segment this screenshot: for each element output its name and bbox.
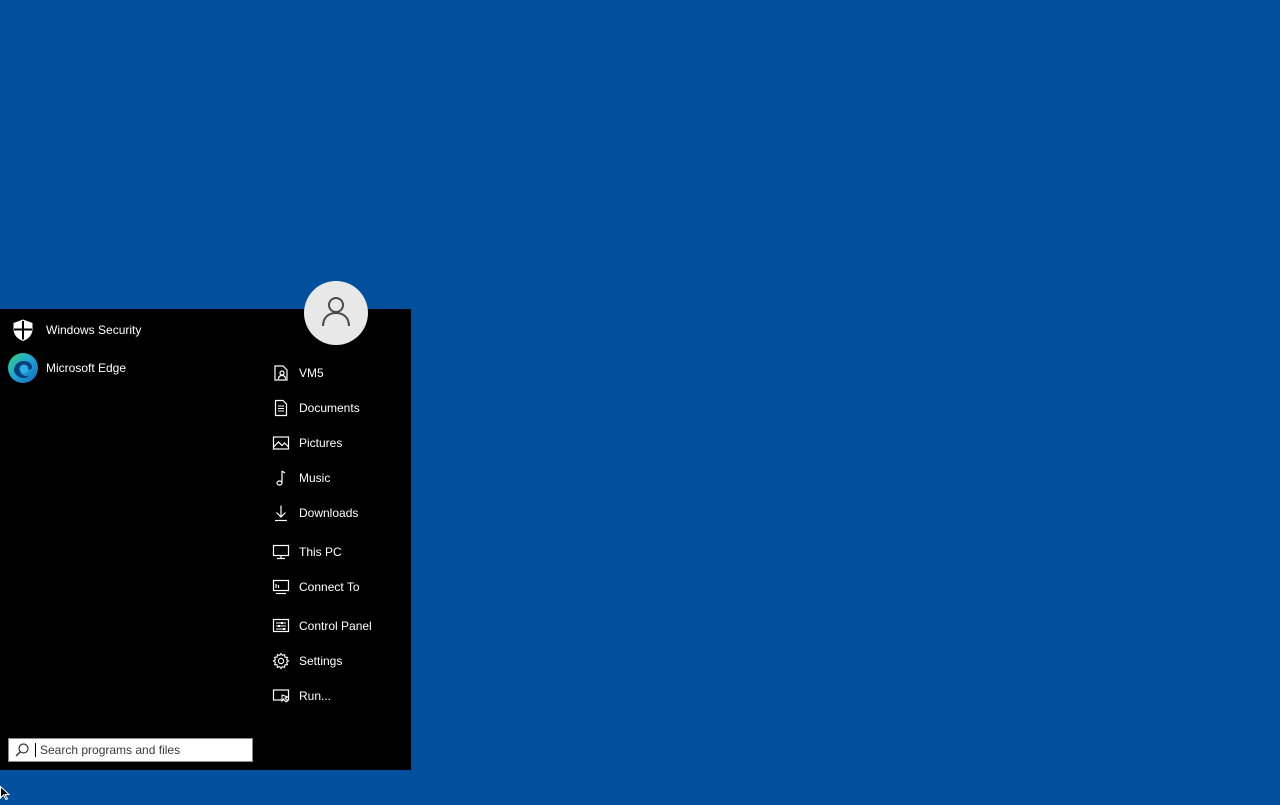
place-label: Pictures — [299, 436, 343, 450]
run-icon — [268, 683, 294, 709]
place-connect-to[interactable]: Connect To — [268, 573, 408, 601]
computer-icon — [268, 539, 294, 565]
shield-icon — [6, 313, 40, 347]
user-avatar[interactable] — [304, 281, 368, 345]
place-music[interactable]: Music — [268, 464, 408, 492]
pinned-microsoft-edge[interactable]: Microsoft Edge — [6, 351, 246, 385]
place-label: Downloads — [299, 506, 359, 520]
place-run[interactable]: Run... — [268, 682, 408, 710]
search-box[interactable] — [8, 738, 253, 762]
place-control-panel[interactable]: Control Panel — [268, 612, 408, 640]
place-label: Music — [299, 471, 331, 485]
gear-icon — [268, 648, 294, 674]
user-icon — [319, 294, 353, 333]
place-pictures[interactable]: Pictures — [268, 429, 408, 457]
place-label: Connect To — [299, 580, 360, 594]
place-this-pc[interactable]: This PC — [268, 538, 408, 566]
document-icon — [268, 395, 294, 421]
control-panel-icon — [268, 613, 294, 639]
pinned-label: Microsoft Edge — [46, 361, 127, 375]
place-documents[interactable]: Documents — [268, 394, 408, 422]
connect-icon — [268, 574, 294, 600]
place-label: This PC — [299, 545, 342, 559]
place-vm5[interactable]: VM5 — [268, 359, 408, 387]
picture-icon — [268, 430, 294, 456]
place-label: Settings — [299, 654, 343, 668]
start-menu: Windows Security Microsoft Edge VM5 Docu… — [0, 281, 411, 770]
pinned-label: Windows Security — [46, 323, 142, 337]
download-icon — [268, 500, 294, 526]
pinned-windows-security[interactable]: Windows Security — [6, 313, 246, 347]
place-label: Control Panel — [299, 619, 372, 633]
place-label: Run... — [299, 689, 332, 703]
place-label: Documents — [299, 401, 360, 415]
edge-icon — [6, 351, 40, 385]
place-settings[interactable]: Settings — [268, 647, 408, 675]
text-caret — [35, 743, 36, 757]
mouse-cursor — [0, 785, 11, 805]
search-input[interactable] — [40, 743, 240, 757]
place-label: VM5 — [299, 366, 324, 380]
place-downloads[interactable]: Downloads — [268, 499, 408, 527]
search-icon — [9, 739, 35, 761]
music-icon — [268, 465, 294, 491]
user-folder-icon — [268, 360, 294, 386]
